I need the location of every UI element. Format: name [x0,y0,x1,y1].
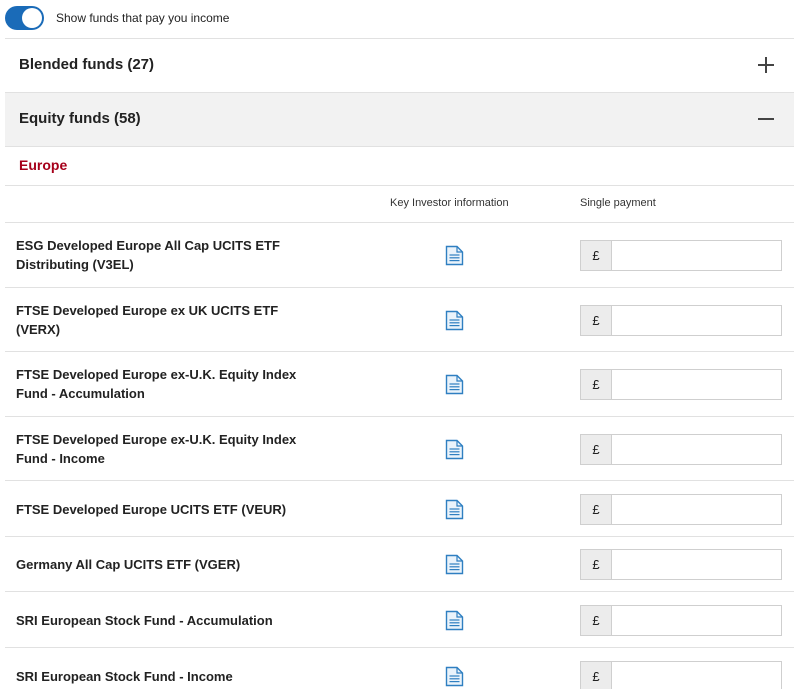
document-icon[interactable] [445,439,464,460]
column-header-single-payment: Single payment [580,197,656,209]
currency-symbol: £ [581,661,612,689]
divider [5,185,794,186]
currency-symbol: £ [581,434,612,464]
document-icon[interactable] [445,499,464,520]
fund-name: FTSE Developed Europe ex UK UCITS ETF (V… [16,302,279,337]
toggle-knob [22,8,42,28]
fund-name: FTSE Developed Europe UCITS ETF (VEUR) [16,501,287,517]
currency-symbol: £ [581,550,612,579]
fund-row: FTSE Developed Europe ex-U.K. Equity Ind… [5,417,794,480]
document-icon[interactable] [445,374,464,395]
single-payment-input[interactable] [613,305,781,335]
fund-name: FTSE Developed Europe ex-U.K. Equity Ind… [16,431,297,466]
accordion-title: Equity funds (58) [19,110,141,127]
fund-row: Germany All Cap UCITS ETF (VGER) £ [5,537,794,591]
fund-name: SRI European Stock Fund - Accumulation [16,612,273,628]
single-payment-field: £ [580,549,782,580]
column-header-kii: Key Investor information [390,197,509,209]
fund-row: FTSE Developed Europe UCITS ETF (VEUR) £ [5,481,794,536]
single-payment-field: £ [580,660,782,689]
income-toggle[interactable] [5,6,44,30]
document-icon[interactable] [445,310,464,331]
single-payment-field: £ [580,304,782,336]
fund-row: FTSE Developed Europe ex-U.K. Equity Ind… [5,352,794,416]
single-payment-input[interactable] [613,370,781,399]
single-payment-field: £ [580,369,782,400]
currency-symbol: £ [581,605,612,635]
single-payment-input[interactable] [613,494,781,524]
currency-symbol: £ [581,241,612,270]
fund-row: SRI European Stock Fund - Accumulation £ [5,592,794,647]
accordion-title: Blended funds (27) [19,56,155,73]
document-icon[interactable] [445,554,464,575]
plus-icon[interactable] [758,57,774,73]
fund-name: SRI European Stock Fund - Income [16,668,233,684]
region-heading: Europe [19,157,68,173]
currency-symbol: £ [581,305,612,335]
income-toggle-label: Show funds that pay you income [56,11,230,25]
accordion-blended-funds[interactable]: Blended funds (27) [5,39,794,92]
single-payment-input[interactable] [613,434,781,464]
fund-name: FTSE Developed Europe ex-U.K. Equity Ind… [16,367,297,401]
currency-symbol: £ [581,494,612,524]
currency-symbol: £ [581,370,612,399]
income-toggle-row: Show funds that pay you income [0,0,800,38]
fund-row: SRI European Stock Fund - Income £ [5,648,794,689]
single-payment-input[interactable] [613,241,781,270]
single-payment-field: £ [580,493,782,525]
document-icon[interactable] [445,666,464,687]
fund-name: Germany All Cap UCITS ETF (VGER) [16,557,241,572]
document-icon[interactable] [445,610,464,631]
single-payment-field: £ [580,433,782,465]
fund-row: ESG Developed Europe All Cap UCITS ETF D… [5,223,794,287]
divider [5,146,794,147]
single-payment-input[interactable] [613,605,781,635]
minus-icon[interactable] [758,111,774,127]
accordion-equity-funds[interactable]: Equity funds (58) [5,93,794,146]
fund-row: FTSE Developed Europe ex UK UCITS ETF (V… [5,288,794,351]
single-payment-field: £ [580,240,782,271]
single-payment-field: £ [580,604,782,636]
fund-name: ESG Developed Europe All Cap UCITS ETF D… [16,238,280,272]
single-payment-input[interactable] [613,661,781,689]
document-icon[interactable] [445,245,464,266]
single-payment-input[interactable] [613,550,781,579]
